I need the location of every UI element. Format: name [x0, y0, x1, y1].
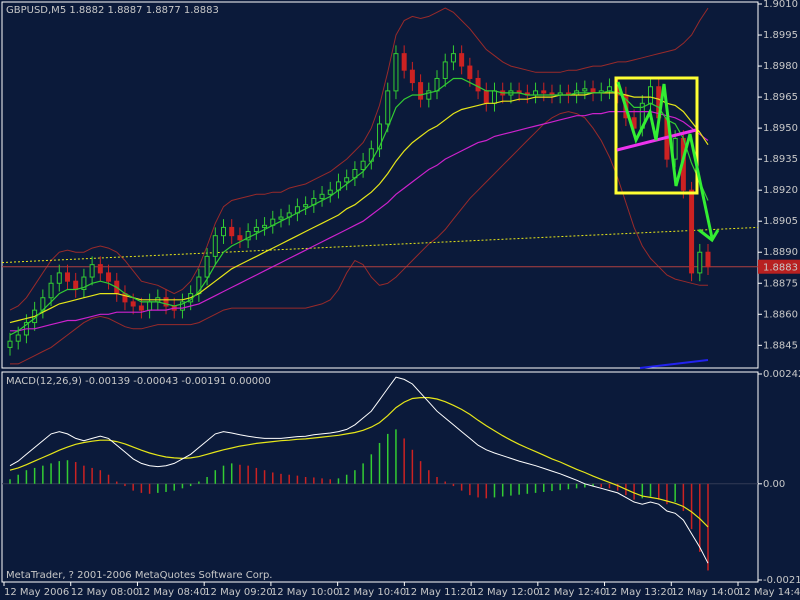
candle-body	[533, 90, 539, 96]
time-tick-label: 12 May 08:00	[71, 587, 140, 598]
price-tick-label: 1.8935	[763, 154, 798, 165]
time-tick-label: 12 May 14:40	[738, 587, 800, 598]
candle-body	[459, 53, 465, 67]
candle-body	[147, 301, 153, 311]
time-tick-label: 12 May 12:40	[538, 587, 607, 598]
price-tick-label: 1.8860	[763, 309, 798, 320]
candle-body	[483, 90, 489, 104]
candle-body	[327, 189, 333, 195]
macd-tick-label: 0.00242	[763, 369, 800, 380]
candle-body	[442, 61, 448, 79]
candle-body	[212, 235, 218, 257]
candle-body	[377, 123, 383, 150]
symbol-header: GBPUSD,M5 1.8882 1.8887 1.8877 1.8883	[6, 5, 219, 16]
candle-body	[262, 224, 268, 228]
time-tick-label: 12 May 10:40	[338, 587, 407, 598]
copyright-text: MetaTrader, ? 2001-2006 MetaQuotes Softw…	[6, 570, 272, 581]
current-price-label: 1.8883	[763, 263, 798, 274]
time-tick-label: 12 May 10:00	[271, 587, 340, 598]
candle-body	[89, 264, 95, 278]
price-tick-label: 1.8890	[763, 247, 798, 258]
candle-body	[606, 86, 612, 92]
price-tick-label: 1.8950	[763, 123, 798, 134]
candle-body	[303, 204, 309, 208]
time-tick-label: 12 May 08:40	[137, 587, 206, 598]
price-tick-label: 1.8905	[763, 216, 798, 227]
candle-body	[582, 88, 588, 92]
time-tick-label: 12 May 2006	[4, 587, 69, 598]
price-tick-label: 1.8875	[763, 278, 798, 289]
candle-body	[7, 340, 13, 348]
candle-body	[204, 255, 210, 278]
candle-body	[418, 82, 424, 100]
candle-body	[229, 226, 235, 237]
candle-body	[344, 177, 350, 183]
candle-body	[409, 69, 415, 84]
candle-body	[401, 53, 407, 71]
price-tick-label: 1.8845	[763, 340, 798, 351]
candle-body	[393, 53, 399, 92]
candle-body	[221, 226, 227, 237]
candle-body	[56, 272, 62, 284]
price-tick-label: 1.9010	[763, 0, 798, 10]
candle-body	[73, 280, 79, 290]
time-tick-label: 12 May 14:00	[671, 587, 740, 598]
price-tick-label: 1.8920	[763, 185, 798, 196]
candle-body	[491, 90, 497, 104]
candle-body	[385, 90, 391, 125]
chart-canvas: 1.9010 1.8995 1.8980 1.8965 1.8950 1.8935 1.89…	[0, 0, 800, 600]
candle-body	[15, 334, 21, 342]
candle-body	[541, 90, 547, 94]
price-tick-label: 1.8995	[763, 30, 798, 41]
macd-header: MACD(12,26,9) -0.00139 -0.00043 -0.00191…	[6, 376, 271, 387]
candle-body	[253, 226, 259, 233]
candle-body	[106, 272, 112, 282]
candle-body	[130, 301, 136, 307]
time-tick-label: 12 May 12:00	[471, 587, 540, 598]
candle-body	[697, 251, 703, 274]
price-tick-label: 1.8965	[763, 92, 798, 103]
candle-body	[319, 193, 325, 199]
candle-body	[278, 216, 284, 220]
time-tick-label: 12 May 09:20	[204, 587, 273, 598]
macd-tick-label: 0.00	[763, 479, 785, 490]
candle-body	[97, 264, 103, 274]
candle-body	[705, 251, 711, 268]
candle-body	[237, 235, 243, 241]
candle-body	[360, 160, 366, 170]
candle-body	[138, 305, 144, 311]
candle-body	[648, 86, 654, 104]
candle-body	[467, 65, 473, 79]
candle-body	[48, 282, 54, 299]
candle-body	[689, 189, 695, 274]
macd-tick-label: -0.00212	[763, 575, 800, 586]
candle-body	[475, 77, 481, 92]
candle-body	[434, 77, 440, 92]
candle-body	[64, 272, 70, 282]
time-tick-label: 12 May 11:20	[404, 587, 473, 598]
candle-body	[450, 53, 456, 63]
price-tick-label: 1.8980	[763, 61, 798, 72]
chart-background	[0, 0, 800, 600]
time-tick-label: 12 May 13:20	[605, 587, 674, 598]
